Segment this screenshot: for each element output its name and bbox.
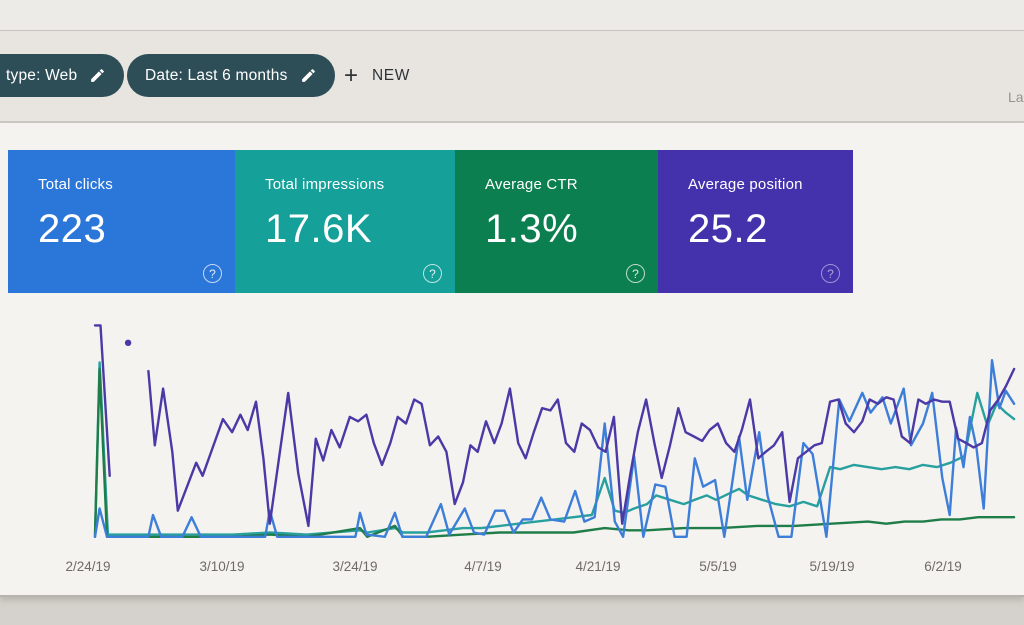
help-icon[interactable]: ? (626, 264, 645, 283)
x-axis-label: 2/24/19 (65, 559, 110, 574)
metric-card-total-clicks[interactable]: Total clicks 223 ? (8, 150, 235, 293)
edit-pencil-icon[interactable] (89, 67, 106, 84)
page-top-strip (0, 0, 1024, 31)
filter-chip-search-type[interactable]: type: Web (0, 54, 125, 97)
series-position-point (124, 339, 132, 346)
x-axis-label: 5/19/19 (809, 559, 854, 574)
x-axis-label: 4/7/19 (464, 559, 502, 574)
x-axis-label: 3/24/19 (332, 559, 377, 574)
metric-cards-row: Total clicks 223 ? Total impressions 17.… (8, 150, 853, 293)
help-icon[interactable]: ? (821, 264, 840, 283)
help-icon[interactable]: ? (423, 264, 442, 283)
metric-card-average-position[interactable]: Average position 25.2 ? (658, 150, 853, 293)
metric-label: Total clicks (38, 176, 113, 193)
filter-chip-label: Date: Last 6 months (145, 66, 288, 84)
filter-chip-date-range[interactable]: Date: Last 6 months (127, 54, 335, 97)
series-impressions (93, 361, 1016, 536)
metric-value: 17.6K (265, 207, 373, 251)
series-position (147, 367, 1016, 528)
metric-label: Average position (688, 176, 803, 193)
series-ctr (93, 367, 1016, 539)
x-axis-label: 4/21/19 (575, 559, 620, 574)
x-axis-label: 5/5/19 (699, 559, 737, 574)
x-axis-label: 3/10/19 (199, 559, 244, 574)
performance-report-panel: Total clicks 223 ? Total impressions 17.… (0, 123, 1024, 595)
series-clicks (93, 359, 1016, 539)
plus-icon: + (344, 61, 359, 89)
performance-chart[interactable]: 2/24/19 3/10/19 3/24/19 4/7/19 4/21/19 5/5/19… (0, 299, 1024, 594)
metric-label: Total impressions (265, 176, 385, 193)
chart-x-axis: 2/24/19 3/10/19 3/24/19 4/7/19 4/21/19 5/5/19… (65, 559, 961, 574)
metric-card-total-impressions[interactable]: Total impressions 17.6K ? (235, 150, 455, 293)
metric-value: 223 (38, 207, 107, 251)
metric-value: 25.2 (688, 207, 768, 251)
chart-lines (93, 324, 1016, 539)
x-axis-label: 6/2/19 (924, 559, 962, 574)
help-icon[interactable]: ? (203, 264, 222, 283)
new-filter-label: NEW (372, 66, 410, 84)
filter-toolbar: type: Web Date: Last 6 months + NEW La (0, 31, 1024, 123)
metric-value: 1.3% (485, 207, 579, 251)
metric-label: Average CTR (485, 176, 578, 193)
search-console-performance-screen: type: Web Date: Last 6 months + NEW La T… (0, 0, 1024, 625)
edit-pencil-icon[interactable] (300, 67, 317, 84)
filter-chip-label: type: Web (6, 66, 78, 84)
new-filter-button[interactable]: + NEW (344, 54, 410, 97)
last-updated-text-truncated: La (1008, 89, 1024, 105)
metric-card-average-ctr[interactable]: Average CTR 1.3% ? (455, 150, 658, 293)
